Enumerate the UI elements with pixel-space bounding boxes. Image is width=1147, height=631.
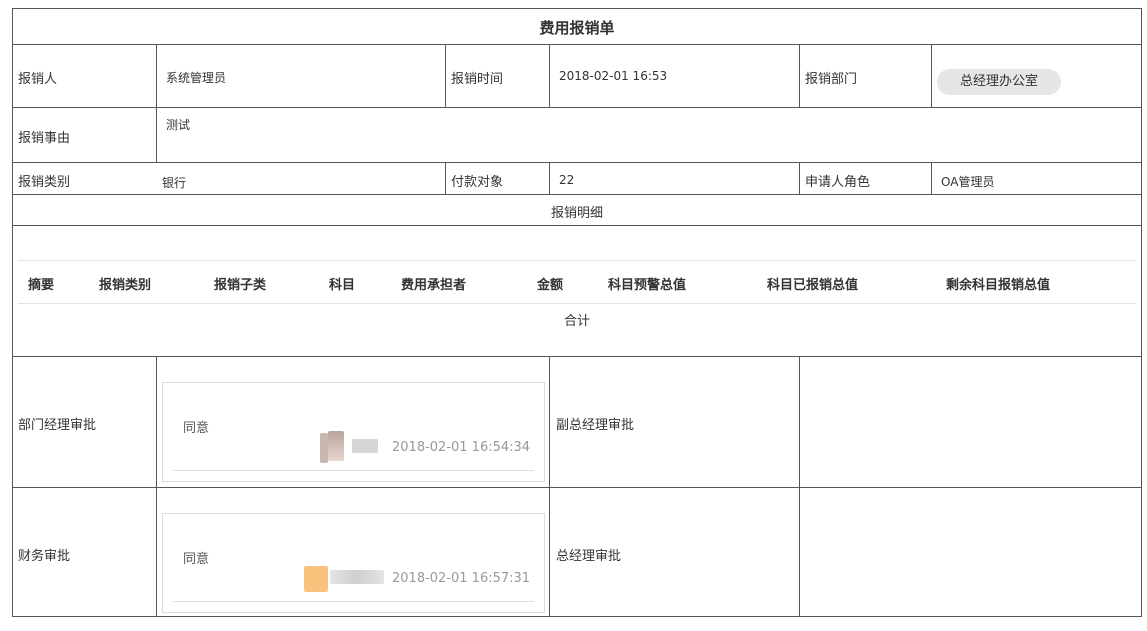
category-label: 报销类别 <box>18 175 71 190</box>
col-divider <box>931 162 932 194</box>
col-subcategory: 报销子类 <box>214 278 267 293</box>
gm-approval-label: 总经理审批 <box>556 549 622 564</box>
signature-image <box>320 433 328 463</box>
row-divider <box>12 487 1142 488</box>
card-divider <box>173 470 534 471</box>
col-category: 报销类别 <box>99 278 152 293</box>
approver-name-blurred <box>330 570 384 584</box>
col-divider <box>931 44 932 107</box>
deputy-gm-approval-label: 副总经理审批 <box>556 418 635 433</box>
reason-label: 报销事由 <box>18 131 71 146</box>
col-divider <box>799 356 800 617</box>
row-divider <box>12 225 1142 226</box>
col-account: 科目 <box>329 278 356 293</box>
applicant-label: 报销人 <box>18 72 58 87</box>
col-remaining-total: 剩余科目报销总值 <box>946 278 1051 293</box>
row-divider <box>12 107 1142 108</box>
approver-name-blurred <box>352 439 378 453</box>
col-divider <box>445 162 446 194</box>
approval-time: 2018-02-01 16:57:31 <box>392 571 531 586</box>
role-value: OA管理员 <box>941 175 995 189</box>
col-divider <box>549 356 550 617</box>
signature-image <box>328 431 344 461</box>
dept-manager-approval-label: 部门经理审批 <box>18 418 97 433</box>
time-label: 报销时间 <box>451 72 504 87</box>
col-divider <box>549 162 550 194</box>
col-divider <box>156 44 157 162</box>
approval-time: 2018-02-01 16:54:34 <box>392 440 531 455</box>
role-label: 申请人角色 <box>805 175 871 190</box>
table-divider <box>18 303 1136 304</box>
row-divider <box>12 194 1142 195</box>
col-reimbursed-total: 科目已报销总值 <box>767 278 859 293</box>
time-value: 2018-02-01 16:53 <box>559 69 668 83</box>
col-amount: 金额 <box>537 278 564 293</box>
row-divider <box>12 356 1142 357</box>
row-divider <box>12 44 1142 45</box>
row-divider <box>12 162 1142 163</box>
col-divider <box>799 162 800 194</box>
finance-approval-card: 同意 2018-02-01 16:57:31 <box>162 513 545 613</box>
total-row-label: 合计 <box>563 314 590 329</box>
signature-image <box>304 566 328 592</box>
table-divider <box>18 260 1136 261</box>
col-divider <box>445 44 446 107</box>
dept-manager-approval-card: 同意 2018-02-01 16:54:34 <box>162 382 545 482</box>
col-bearer: 费用承担者 <box>401 278 467 293</box>
form-title: 费用报销单 <box>539 19 615 37</box>
dept-label: 报销部门 <box>805 72 858 87</box>
col-divider <box>549 44 550 107</box>
finance-approval-label: 财务审批 <box>18 549 71 564</box>
detail-heading: 报销明细 <box>550 206 603 221</box>
payee-value: 22 <box>559 173 575 187</box>
reason-value: 测试 <box>166 118 191 132</box>
category-value: 银行 <box>162 176 187 190</box>
col-warning-total: 科目预警总值 <box>608 278 687 293</box>
col-divider <box>156 356 157 617</box>
col-divider <box>799 44 800 107</box>
dept-badge: 总经理办公室 <box>937 69 1061 95</box>
approval-comment: 同意 <box>183 552 210 567</box>
applicant-value: 系统管理员 <box>166 71 227 85</box>
payee-label: 付款对象 <box>451 175 504 190</box>
col-summary: 摘要 <box>28 278 55 293</box>
approval-comment: 同意 <box>183 421 210 436</box>
card-divider <box>173 601 534 602</box>
